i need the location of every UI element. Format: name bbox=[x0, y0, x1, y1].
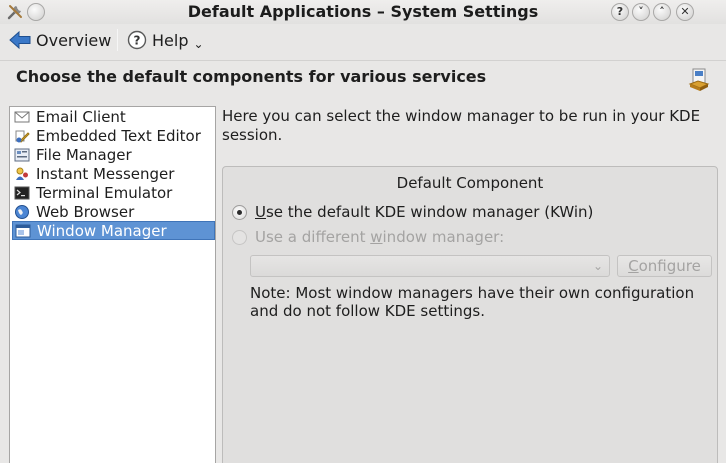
list-item-terminal-emulator[interactable]: Terminal Emulator bbox=[12, 183, 215, 202]
default-component-group: Default Component Use the default KDE wi… bbox=[222, 166, 718, 463]
configure-button[interactable]: Configure bbox=[617, 255, 712, 277]
svg-text:?: ? bbox=[134, 34, 141, 48]
components-list[interactable]: Email Client Embedded Text Editor File M… bbox=[9, 106, 216, 463]
module-help-icon[interactable] bbox=[688, 68, 710, 92]
window-manager-select[interactable]: ⌄ bbox=[250, 255, 610, 277]
list-item-label: Instant Messenger bbox=[36, 164, 175, 183]
toolbar-separator bbox=[117, 29, 118, 51]
list-item-label: Email Client bbox=[36, 107, 126, 126]
back-arrow-icon bbox=[9, 30, 31, 50]
radio-default-label: Use the default KDE window manager (KWin… bbox=[255, 203, 594, 221]
file-manager-icon bbox=[14, 148, 30, 161]
overview-label: Overview bbox=[36, 30, 112, 50]
header-divider bbox=[0, 60, 726, 61]
page-title: Choose the default components for variou… bbox=[16, 67, 487, 86]
radio-default-kwin[interactable]: Use the default KDE window manager (KWin… bbox=[232, 203, 593, 221]
terminal-icon bbox=[14, 186, 30, 199]
text-editor-icon bbox=[15, 130, 30, 143]
title-bar: Default Applications – System Settings ?… bbox=[0, 0, 726, 24]
web-browser-icon bbox=[15, 204, 29, 219]
close-button[interactable]: ✕ bbox=[676, 3, 694, 21]
list-item-label: File Manager bbox=[36, 145, 132, 164]
list-item-email-client[interactable]: Email Client bbox=[12, 107, 215, 126]
list-item-embedded-text-editor[interactable]: Embedded Text Editor bbox=[12, 126, 215, 145]
chevron-down-icon: ⌄ bbox=[592, 259, 603, 273]
note-text: Note: Most window managers have their ow… bbox=[250, 284, 695, 320]
overview-button[interactable]: Overview bbox=[9, 27, 111, 53]
help-icon: ? bbox=[127, 30, 147, 50]
list-item-label: Web Browser bbox=[36, 202, 135, 221]
list-item-label: Embedded Text Editor bbox=[36, 126, 201, 145]
email-client-icon bbox=[14, 111, 30, 122]
context-help-button[interactable]: ? bbox=[611, 3, 629, 21]
maximize-button[interactable]: ˄ bbox=[653, 3, 671, 21]
chevron-down-icon[interactable]: ⌄ bbox=[193, 37, 203, 51]
radio-button-checked[interactable] bbox=[232, 204, 247, 220]
list-item-web-browser[interactable]: Web Browser bbox=[12, 202, 215, 221]
list-item-window-manager[interactable]: Window Manager bbox=[12, 221, 215, 240]
list-item-label: Terminal Emulator bbox=[36, 183, 173, 202]
toolbar: Overview ? Help ⌄ bbox=[0, 24, 726, 56]
radio-button-unchecked[interactable] bbox=[232, 229, 247, 245]
list-item-instant-messenger[interactable]: Instant Messenger bbox=[12, 164, 215, 183]
minimize-button[interactable]: ˅ bbox=[632, 3, 650, 21]
description-text: Here you can select the window manager t… bbox=[222, 107, 701, 144]
radio-different-label: Use a different window manager: bbox=[255, 228, 505, 246]
radio-different-wm[interactable]: Use a different window manager: bbox=[232, 228, 504, 246]
window-manager-icon bbox=[15, 224, 31, 237]
list-item-file-manager[interactable]: File Manager bbox=[12, 145, 215, 164]
group-title: Default Component bbox=[396, 174, 544, 192]
list-item-label: Window Manager bbox=[37, 221, 167, 240]
help-label: Help bbox=[152, 30, 189, 50]
instant-messenger-icon bbox=[16, 167, 28, 180]
help-button[interactable]: ? Help ⌄ bbox=[127, 27, 204, 53]
